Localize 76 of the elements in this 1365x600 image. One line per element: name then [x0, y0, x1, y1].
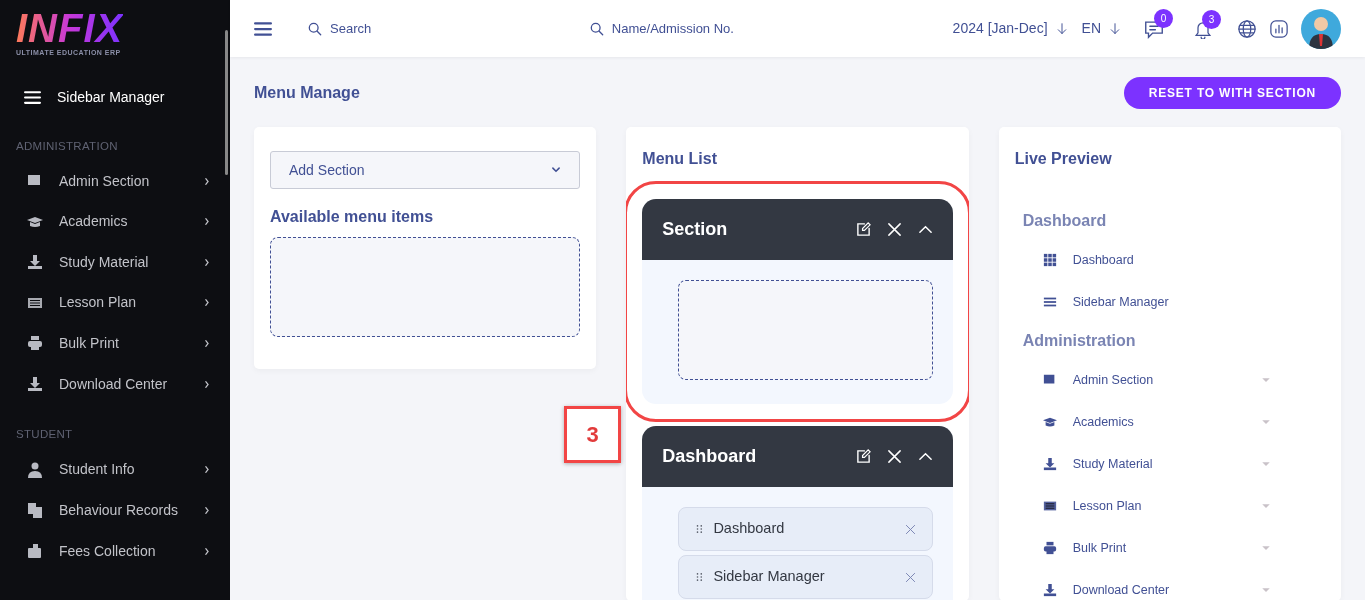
download-icon: [1042, 583, 1057, 597]
menu-item[interactable]: Dashboard: [678, 507, 933, 551]
printer-icon: [27, 335, 43, 352]
language-dropdown[interactable]: EN: [1081, 18, 1121, 39]
chevron-right-icon: [203, 505, 212, 515]
section-heading: Live Preview: [1014, 149, 1113, 169]
section-title: Dashboard: [662, 445, 757, 468]
preview-heading: Administration: [1021, 331, 1137, 351]
download-icon: [1042, 457, 1057, 471]
section-select[interactable]: Add Section: [270, 151, 581, 189]
preview-item[interactable]: Admin Section: [1014, 359, 1325, 401]
edit-icon[interactable]: [855, 449, 871, 464]
download-icon: [27, 254, 43, 271]
admission-search-field[interactable]: Name/Admission No.: [589, 18, 734, 39]
chart-icon[interactable]: [1269, 18, 1289, 39]
sidebar-title: Sidebar Manager: [57, 87, 165, 107]
menu-icon[interactable]: [254, 19, 272, 38]
search-field[interactable]: Search: [308, 18, 372, 39]
chevron-right-icon: [203, 546, 212, 556]
chevron-right-icon: [203, 176, 212, 186]
menu-icon: [1042, 295, 1057, 309]
documents-icon: [27, 502, 43, 519]
scrollbar[interactable]: [225, 30, 228, 175]
notification-button[interactable]: 3: [1193, 9, 1221, 48]
preview-item[interactable]: Sidebar Manager: [1014, 281, 1325, 323]
preview-item[interactable]: Dashboard: [1014, 239, 1325, 281]
person-icon: [27, 461, 43, 478]
step-number-label: 3: [564, 406, 621, 463]
sidebar-item[interactable]: Lesson Plan: [0, 282, 230, 324]
page-title: Menu Manage: [254, 83, 360, 103]
sidebar-item[interactable]: Student Info: [0, 449, 230, 491]
graduation-cap-icon: [1042, 415, 1057, 429]
chevron-right-icon: [203, 379, 212, 389]
menu-item[interactable]: Sidebar Manager: [678, 555, 933, 599]
chevron-right-icon: [203, 298, 212, 308]
grid-icon: [1042, 253, 1057, 267]
preview-item[interactable]: Download Center: [1014, 569, 1325, 600]
section-title: Section: [662, 218, 728, 241]
sidebar-item[interactable]: Study Material: [0, 241, 230, 283]
preview-item[interactable]: Study Material: [1014, 443, 1325, 485]
search-icon: [589, 21, 604, 36]
globe-icon[interactable]: [1237, 18, 1257, 39]
chevron-right-icon: [203, 217, 212, 227]
count-badge: 0: [1154, 8, 1173, 28]
preview-item[interactable]: Bulk Print: [1014, 527, 1325, 569]
edit-icon[interactable]: [855, 222, 871, 237]
year-dropdown[interactable]: 2024 [Jan-Dec]: [952, 18, 1068, 39]
arrow-down-icon: [1109, 22, 1121, 35]
sidebar-item[interactable]: Admin Section: [0, 160, 230, 202]
reset-button[interactable]: RESET TO WITH SECTION: [1123, 77, 1341, 109]
chevron-right-icon: [203, 465, 212, 475]
preview-heading: Dashboard: [1021, 211, 1108, 231]
section-heading: Menu List: [642, 149, 718, 169]
search-icon: [308, 21, 322, 36]
sidebar-item[interactable]: Behaviour Records: [0, 490, 230, 531]
list-icon: [1042, 499, 1057, 513]
download-icon: [27, 376, 43, 392]
section-heading: ADMINISTRATION: [15, 138, 119, 154]
preview-item[interactable]: Lesson Plan: [1014, 485, 1325, 527]
count-badge: 3: [1202, 9, 1221, 29]
chevron-right-icon: [203, 338, 212, 348]
sidebar-item[interactable]: Fees Collection: [0, 530, 230, 572]
caret-icon: [551, 165, 562, 175]
preview-item[interactable]: Academics: [1014, 401, 1325, 443]
sidebar-item[interactable]: Download Center: [0, 363, 230, 405]
arrow-down-icon: [1055, 22, 1068, 35]
section-heading: STUDENT: [15, 427, 74, 443]
chevron-right-icon: [203, 257, 212, 267]
section-heading: Available menu items: [270, 207, 435, 227]
wallet-icon: [27, 543, 43, 560]
printer-icon: [1042, 541, 1057, 555]
sidebar-item[interactable]: Academics: [0, 201, 230, 242]
menu-icon: [24, 88, 41, 106]
chat-button[interactable]: 0: [1143, 8, 1173, 49]
sidebar-item[interactable]: Bulk Print: [0, 323, 230, 364]
avatar[interactable]: [1301, 8, 1341, 49]
